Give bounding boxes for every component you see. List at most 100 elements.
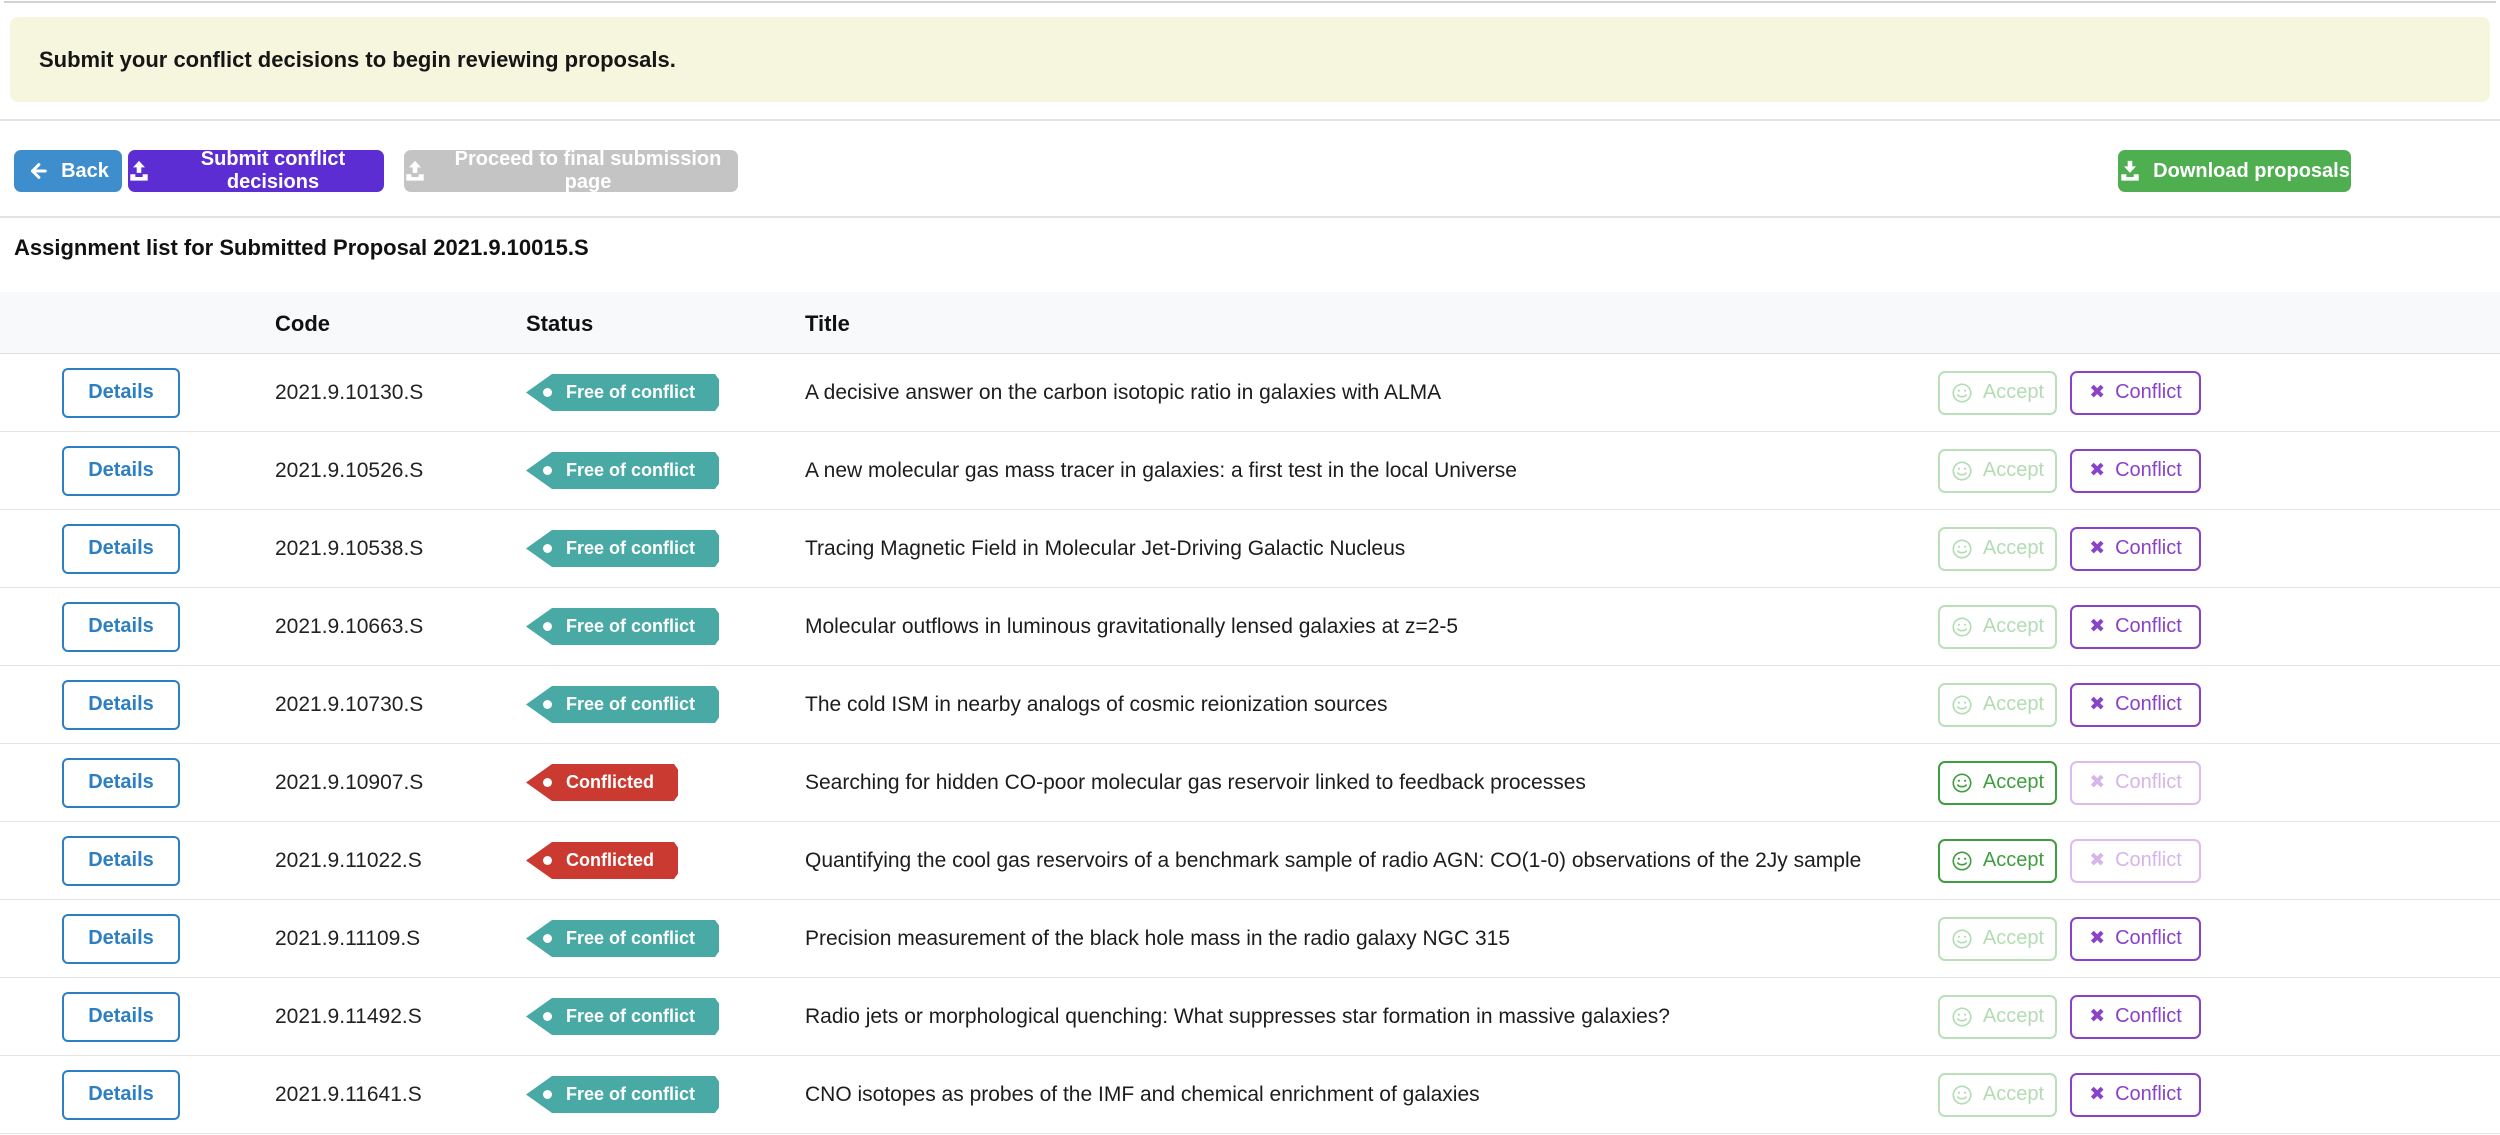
table-row: Details 2021.9.10538.S Free of conflict … xyxy=(0,510,2500,588)
proposal-title: Radio jets or morphological quenching: W… xyxy=(805,1005,1938,1029)
column-header-details xyxy=(62,322,275,324)
accept-button[interactable]: Accept xyxy=(1938,761,2057,805)
arrow-left-icon xyxy=(27,160,49,182)
accept-button[interactable]: Accept xyxy=(1938,839,2057,883)
details-button[interactable]: Details xyxy=(62,368,180,418)
smiley-icon xyxy=(1951,1084,1973,1106)
conflict-button[interactable]: ✖ Conflict xyxy=(2070,371,2201,415)
smiley-icon xyxy=(1951,382,1973,404)
table-header-row: Code Status Title xyxy=(0,292,2500,354)
assignment-table: Details 2021.9.10130.S Free of conflict … xyxy=(0,354,2500,1134)
status-badge: Free of conflict xyxy=(526,998,719,1035)
table-row: Details 2021.9.10663.S Free of conflict … xyxy=(0,588,2500,666)
status-badge-label: Free of conflict xyxy=(566,538,695,559)
conflict-button[interactable]: ✖ Conflict xyxy=(2070,995,2201,1039)
smiley-icon xyxy=(1951,616,1973,638)
conflict-button-label: Conflict xyxy=(2115,381,2182,404)
details-button[interactable]: Details xyxy=(62,836,180,886)
proposal-code: 2021.9.10663.S xyxy=(275,615,526,639)
proposal-code: 2021.9.10130.S xyxy=(275,381,526,405)
status-badge-label: Conflicted xyxy=(566,850,654,871)
details-button[interactable]: Details xyxy=(62,1070,180,1120)
accept-button: Accept xyxy=(1938,527,2057,571)
status-badge-label: Free of conflict xyxy=(566,1084,695,1105)
download-proposals-button[interactable]: Download proposals xyxy=(2118,150,2351,192)
conflict-button-label: Conflict xyxy=(2115,615,2182,638)
x-icon: ✖ xyxy=(2089,695,2105,714)
download-button-label: Download proposals xyxy=(2153,160,2350,183)
status-badge: Conflicted xyxy=(526,842,678,879)
download-icon xyxy=(2119,160,2141,182)
back-button[interactable]: Back xyxy=(14,150,122,192)
status-badge-label: Free of conflict xyxy=(566,928,695,949)
column-header-code: Code xyxy=(275,309,526,337)
conflict-button[interactable]: ✖ Conflict xyxy=(2070,1073,2201,1117)
x-icon: ✖ xyxy=(2089,929,2105,948)
status-badge-label: Conflicted xyxy=(566,772,654,793)
proposal-code: 2021.9.11492.S xyxy=(275,1005,526,1029)
status-badge-label: Free of conflict xyxy=(566,460,695,481)
status-badge-label: Free of conflict xyxy=(566,382,695,403)
table-row: Details 2021.9.11641.S Free of conflict … xyxy=(0,1056,2500,1134)
conflict-button[interactable]: ✖ Conflict xyxy=(2070,449,2201,493)
toolbar: Back Submit conflict decisions Proceed t… xyxy=(0,121,2500,218)
proposal-title: A new molecular gas mass tracer in galax… xyxy=(805,459,1938,483)
smiley-icon xyxy=(1951,1006,1973,1028)
proposal-title: Quantifying the cool gas reservoirs of a… xyxy=(805,849,1938,873)
accept-button-label: Accept xyxy=(1983,615,2044,638)
submit-button-label: Submit conflict decisions xyxy=(162,148,384,194)
accept-button-label: Accept xyxy=(1983,537,2044,560)
submit-conflict-decisions-button[interactable]: Submit conflict decisions xyxy=(128,150,384,192)
accept-button-label: Accept xyxy=(1983,1005,2044,1028)
proposal-code: 2021.9.10730.S xyxy=(275,693,526,717)
accept-button: Accept xyxy=(1938,449,2057,493)
details-button[interactable]: Details xyxy=(62,524,180,574)
accept-button: Accept xyxy=(1938,1073,2057,1117)
conflict-button: ✖ Conflict xyxy=(2070,761,2201,805)
back-button-label: Back xyxy=(61,160,109,183)
details-button[interactable]: Details xyxy=(62,758,180,808)
x-icon: ✖ xyxy=(2089,383,2105,402)
details-button[interactable]: Details xyxy=(62,914,180,964)
conflict-button[interactable]: ✖ Conflict xyxy=(2070,605,2201,649)
proposal-code: 2021.9.11022.S xyxy=(275,849,526,873)
details-button[interactable]: Details xyxy=(62,680,180,730)
smiley-icon xyxy=(1951,772,1973,794)
status-badge: Free of conflict xyxy=(526,530,719,567)
smiley-icon xyxy=(1951,460,1973,482)
accept-button-label: Accept xyxy=(1983,927,2044,950)
details-button[interactable]: Details xyxy=(62,446,180,496)
status-badge: Conflicted xyxy=(526,764,678,801)
conflict-button-label: Conflict xyxy=(2115,537,2182,560)
x-icon: ✖ xyxy=(2089,461,2105,480)
status-dot-icon xyxy=(543,466,552,475)
accept-button-label: Accept xyxy=(1983,771,2044,794)
smiley-icon xyxy=(1951,928,1973,950)
accept-button-label: Accept xyxy=(1983,459,2044,482)
notification-banner: Submit your conflict decisions to begin … xyxy=(10,17,2490,102)
proposal-title: Searching for hidden CO-poor molecular g… xyxy=(805,771,1938,795)
status-badge-label: Free of conflict xyxy=(566,616,695,637)
accept-button: Accept xyxy=(1938,995,2057,1039)
conflict-button[interactable]: ✖ Conflict xyxy=(2070,527,2201,571)
upload-icon xyxy=(128,160,150,182)
accept-button-label: Accept xyxy=(1983,693,2044,716)
details-button[interactable]: Details xyxy=(62,602,180,652)
x-icon: ✖ xyxy=(2089,539,2105,558)
table-row: Details 2021.9.10130.S Free of conflict … xyxy=(0,354,2500,432)
conflict-button-label: Conflict xyxy=(2115,693,2182,716)
notification-section: Submit your conflict decisions to begin … xyxy=(0,3,2500,121)
conflict-button[interactable]: ✖ Conflict xyxy=(2070,917,2201,961)
x-icon: ✖ xyxy=(2089,851,2105,870)
status-dot-icon xyxy=(543,622,552,631)
details-button[interactable]: Details xyxy=(62,992,180,1042)
conflict-button-label: Conflict xyxy=(2115,1083,2182,1106)
proposal-code: 2021.9.10907.S xyxy=(275,771,526,795)
proposal-title: Precision measurement of the black hole … xyxy=(805,927,1938,951)
status-badge: Free of conflict xyxy=(526,920,719,957)
proceed-button-label: Proceed to final submission page xyxy=(438,148,738,194)
conflict-button[interactable]: ✖ Conflict xyxy=(2070,683,2201,727)
status-dot-icon xyxy=(543,700,552,709)
proposal-code: 2021.9.10526.S xyxy=(275,459,526,483)
accept-button-label: Accept xyxy=(1983,1083,2044,1106)
